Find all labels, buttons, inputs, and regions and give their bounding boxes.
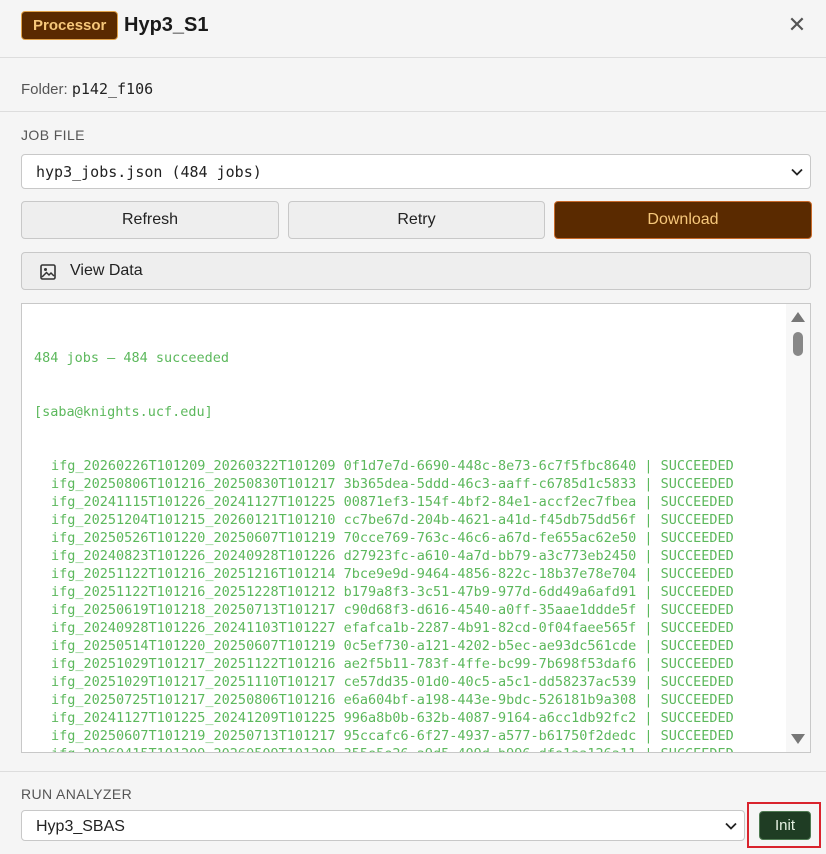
analyzer-select[interactable]: Hyp3_SBAS	[21, 810, 745, 841]
divider	[0, 771, 826, 772]
image-icon	[40, 264, 56, 280]
view-data-button[interactable]: View Data	[21, 252, 811, 290]
log-row: ifg_20250526T101220_20250607T101219 70cc…	[51, 530, 734, 546]
refresh-button[interactable]: Refresh	[21, 201, 279, 239]
folder-label: Folder:	[21, 81, 68, 98]
scroll-thumb[interactable]	[793, 332, 803, 356]
retry-button[interactable]: Retry	[288, 201, 545, 239]
log-row: ifg_20250619T101218_20250713T101217 c90d…	[51, 602, 734, 618]
panel-title: Hyp3_S1	[124, 14, 209, 36]
view-data-label: View Data	[70, 262, 143, 279]
log-row: ifg_20240928T101226_20241103T101227 efaf…	[51, 620, 734, 636]
log-row: ifg_20251122T101216_20251216T101214 7bce…	[51, 566, 734, 582]
processor-badge: Processor	[21, 11, 119, 40]
run-analyzer-label: RUN ANALYZER	[21, 786, 133, 802]
analyzer-selected: Hyp3_SBAS	[36, 818, 125, 835]
log-row: ifg_20240823T101226_20240928T101226 d279…	[51, 548, 734, 564]
log-user: [saba@knights.ucf.edu]	[34, 404, 213, 420]
log-row: ifg_20251122T101216_20251228T101212 b179…	[51, 584, 734, 600]
log-row: ifg_20250607T101219_20250713T101217 95cc…	[51, 728, 734, 744]
log-row: ifg_20260415T101209_20260509T101208 355e…	[34, 745, 794, 752]
divider	[0, 111, 826, 112]
panel-header: Processor Hyp3_S1 ✕	[0, 0, 826, 58]
log-row: ifg_20241115T101226_20241127T101225 0087…	[51, 494, 734, 510]
log-row: ifg_20241127T101225_20241209T101225 996a…	[51, 710, 734, 726]
init-button[interactable]: Init	[759, 811, 811, 840]
job-log-panel[interactable]: 484 jobs — 484 succeeded [saba@knights.u…	[21, 303, 811, 753]
chevron-down-icon	[725, 822, 737, 830]
log-scrollbar[interactable]	[786, 304, 810, 752]
log-row: ifg_20260226T101209_20260322T101209 0f1d…	[51, 458, 734, 474]
log-row: ifg_20250514T101220_20250607T101219 0c5e…	[51, 638, 734, 654]
log-row: ifg_20251029T101217_20251110T101217 ce57…	[51, 674, 734, 690]
log-row: ifg_20251029T101217_20251122T101216 ae2f…	[51, 656, 734, 672]
job-log-content: 484 jobs — 484 succeeded [saba@knights.u…	[34, 313, 794, 752]
job-file-label: JOB FILE	[21, 127, 85, 143]
scroll-up-icon[interactable]	[791, 312, 805, 322]
folder-info: Folder: p142_f106	[21, 80, 153, 98]
log-row: ifg_20250725T101217_20250806T101216 e6a6…	[51, 692, 734, 708]
close-icon[interactable]: ✕	[786, 12, 808, 38]
folder-value: p142_f106	[71, 80, 154, 98]
log-summary: 484 jobs — 484 succeeded	[34, 350, 230, 366]
chevron-down-icon	[791, 168, 803, 176]
job-file-selected: hyp3_jobs.json (484 jobs)	[36, 163, 262, 181]
log-row: ifg_20251204T101215_20260121T101210 cc7b…	[51, 512, 734, 528]
download-button[interactable]: Download	[554, 201, 812, 239]
init-highlight: Init	[747, 802, 821, 848]
log-row: ifg_20250806T101216_20250830T101217 3b36…	[51, 476, 734, 492]
scroll-down-icon[interactable]	[791, 734, 805, 744]
job-file-select[interactable]: hyp3_jobs.json (484 jobs)	[21, 154, 811, 189]
